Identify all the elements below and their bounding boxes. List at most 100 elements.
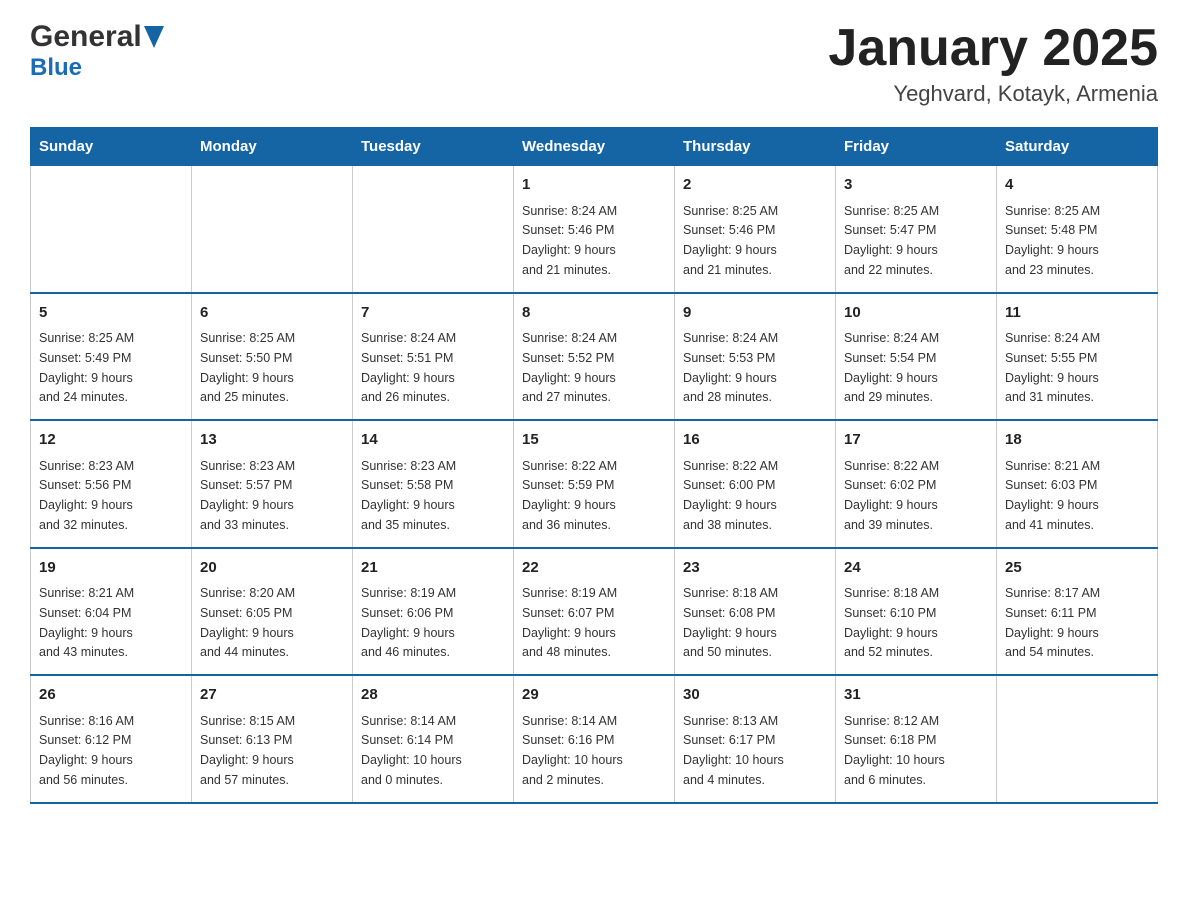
- day-number: 16: [683, 429, 827, 452]
- table-row: 2Sunrise: 8:25 AM Sunset: 5:46 PM Daylig…: [675, 166, 836, 293]
- table-row: 14 Sunrise: 8:23 AM Sunset: 5:58 PM Dayli…: [353, 420, 514, 548]
- day-number: 28: [361, 684, 505, 707]
- header-monday: Monday: [192, 128, 353, 166]
- day-info: Sunrise: 8:24 AM Sunset: 5:46 PM Dayligh…: [522, 204, 617, 277]
- table-row: 1 Sunrise: 8:24 AM Sunset: 5:46 PM Daylig…: [514, 166, 675, 293]
- day-number: 22: [522, 557, 666, 580]
- table-row: 7Sunrise: 8:24 AM Sunset: 5:51 PM Daylig…: [353, 293, 514, 421]
- header-wednesday: Wednesday: [514, 128, 675, 166]
- day-info: Sunrise: 8:15 AM Sunset: 6:13 PM Dayligh…: [200, 714, 295, 787]
- day-info: Sunrise: 8:25 AM Sunset: 5:46 PM Dayligh…: [683, 204, 778, 277]
- day-number: 26: [39, 684, 183, 707]
- table-row: 25 Sunrise: 8:17 AM Sunset: 6:11 PM Dayli…: [997, 548, 1158, 676]
- day-number: 24: [844, 557, 988, 580]
- logo-arrow-icon: [144, 26, 164, 53]
- day-number: 23: [683, 557, 827, 580]
- calendar-week-row: 19 Sunrise: 8:21 AM Sunset: 6:04 PM Dayli…: [31, 548, 1158, 676]
- day-info: Sunrise: 8:24 AM Sunset: 5:53 PM Dayligh…: [683, 331, 778, 404]
- day-info: Sunrise: 8:19 AM Sunset: 6:06 PM Dayligh…: [361, 586, 456, 659]
- day-info: Sunrise: 8:16 AM Sunset: 6:12 PM Dayligh…: [39, 714, 134, 787]
- header-tuesday: Tuesday: [353, 128, 514, 166]
- day-info: Sunrise: 8:18 AM Sunset: 6:08 PM Dayligh…: [683, 586, 778, 659]
- table-row: [997, 675, 1158, 803]
- day-info: Sunrise: 8:22 AM Sunset: 6:02 PM Dayligh…: [844, 459, 939, 532]
- calendar-subtitle: Yeghvard, Kotayk, Armenia: [828, 81, 1158, 107]
- table-row: 4 Sunrise: 8:25 AM Sunset: 5:48 PM Daylig…: [997, 166, 1158, 293]
- day-info: Sunrise: 8:14 AM Sunset: 6:16 PM Dayligh…: [522, 714, 623, 787]
- day-number: 5: [39, 302, 183, 325]
- calendar-header-row: Sunday Monday Tuesday Wednesday Thursday…: [31, 128, 1158, 166]
- day-info: Sunrise: 8:23 AM Sunset: 5:58 PM Dayligh…: [361, 459, 456, 532]
- table-row: 20 Sunrise: 8:20 AM Sunset: 6:05 PM Dayli…: [192, 548, 353, 676]
- day-info: Sunrise: 8:21 AM Sunset: 6:04 PM Dayligh…: [39, 586, 134, 659]
- day-number: 7: [361, 302, 505, 325]
- logo-general-text: General: [30, 20, 142, 54]
- calendar-table: Sunday Monday Tuesday Wednesday Thursday…: [30, 127, 1158, 804]
- table-row: 12 Sunrise: 8:23 AM Sunset: 5:56 PM Dayli…: [31, 420, 192, 548]
- day-number: 17: [844, 429, 988, 452]
- day-info: Sunrise: 8:23 AM Sunset: 5:57 PM Dayligh…: [200, 459, 295, 532]
- page-header: General Blue January 2025 Yeghvard, Kota…: [30, 20, 1158, 107]
- day-info: Sunrise: 8:25 AM Sunset: 5:49 PM Dayligh…: [39, 331, 134, 404]
- table-row: [31, 166, 192, 293]
- table-row: 17 Sunrise: 8:22 AM Sunset: 6:02 PM Dayli…: [836, 420, 997, 548]
- day-number: 10: [844, 302, 988, 325]
- table-row: 10 Sunrise: 8:24 AM Sunset: 5:54 PM Dayli…: [836, 293, 997, 421]
- title-area: January 2025 Yeghvard, Kotayk, Armenia: [828, 20, 1158, 107]
- day-number: 4: [1005, 174, 1149, 197]
- table-row: 16 Sunrise: 8:22 AM Sunset: 6:00 PM Dayli…: [675, 420, 836, 548]
- day-number: 9: [683, 302, 827, 325]
- day-info: Sunrise: 8:24 AM Sunset: 5:54 PM Dayligh…: [844, 331, 939, 404]
- day-info: Sunrise: 8:20 AM Sunset: 6:05 PM Dayligh…: [200, 586, 295, 659]
- day-number: 1: [522, 174, 666, 197]
- table-row: 13 Sunrise: 8:23 AM Sunset: 5:57 PM Dayli…: [192, 420, 353, 548]
- day-number: 25: [1005, 557, 1149, 580]
- day-info: Sunrise: 8:13 AM Sunset: 6:17 PM Dayligh…: [683, 714, 784, 787]
- day-number: 14: [361, 429, 505, 452]
- day-info: Sunrise: 8:18 AM Sunset: 6:10 PM Dayligh…: [844, 586, 939, 659]
- table-row: 9 Sunrise: 8:24 AM Sunset: 5:53 PM Daylig…: [675, 293, 836, 421]
- table-row: 28Sunrise: 8:14 AM Sunset: 6:14 PM Dayli…: [353, 675, 514, 803]
- table-row: 26 Sunrise: 8:16 AM Sunset: 6:12 PM Dayli…: [31, 675, 192, 803]
- day-info: Sunrise: 8:19 AM Sunset: 6:07 PM Dayligh…: [522, 586, 617, 659]
- day-info: Sunrise: 8:17 AM Sunset: 6:11 PM Dayligh…: [1005, 586, 1100, 659]
- table-row: 22 Sunrise: 8:19 AM Sunset: 6:07 PM Dayli…: [514, 548, 675, 676]
- day-number: 12: [39, 429, 183, 452]
- table-row: 3 Sunrise: 8:25 AM Sunset: 5:47 PM Daylig…: [836, 166, 997, 293]
- day-number: 29: [522, 684, 666, 707]
- day-info: Sunrise: 8:12 AM Sunset: 6:18 PM Dayligh…: [844, 714, 945, 787]
- header-sunday: Sunday: [31, 128, 192, 166]
- day-info: Sunrise: 8:22 AM Sunset: 5:59 PM Dayligh…: [522, 459, 617, 532]
- day-number: 18: [1005, 429, 1149, 452]
- table-row: 8Sunrise: 8:24 AM Sunset: 5:52 PM Daylig…: [514, 293, 675, 421]
- day-info: Sunrise: 8:25 AM Sunset: 5:47 PM Dayligh…: [844, 204, 939, 277]
- table-row: [192, 166, 353, 293]
- day-number: 3: [844, 174, 988, 197]
- day-number: 30: [683, 684, 827, 707]
- table-row: 24 Sunrise: 8:18 AM Sunset: 6:10 PM Dayli…: [836, 548, 997, 676]
- table-row: [353, 166, 514, 293]
- day-number: 20: [200, 557, 344, 580]
- table-row: 27 Sunrise: 8:15 AM Sunset: 6:13 PM Dayli…: [192, 675, 353, 803]
- table-row: 5 Sunrise: 8:25 AM Sunset: 5:49 PM Daylig…: [31, 293, 192, 421]
- calendar-week-row: 1 Sunrise: 8:24 AM Sunset: 5:46 PM Daylig…: [31, 166, 1158, 293]
- day-number: 15: [522, 429, 666, 452]
- day-info: Sunrise: 8:23 AM Sunset: 5:56 PM Dayligh…: [39, 459, 134, 532]
- table-row: 29 Sunrise: 8:14 AM Sunset: 6:16 PM Dayli…: [514, 675, 675, 803]
- table-row: 18 Sunrise: 8:21 AM Sunset: 6:03 PM Dayli…: [997, 420, 1158, 548]
- day-number: 31: [844, 684, 988, 707]
- table-row: 6Sunrise: 8:25 AM Sunset: 5:50 PM Daylig…: [192, 293, 353, 421]
- day-info: Sunrise: 8:22 AM Sunset: 6:00 PM Dayligh…: [683, 459, 778, 532]
- table-row: 23 Sunrise: 8:18 AM Sunset: 6:08 PM Dayli…: [675, 548, 836, 676]
- day-info: Sunrise: 8:24 AM Sunset: 5:55 PM Dayligh…: [1005, 331, 1100, 404]
- day-info: Sunrise: 8:21 AM Sunset: 6:03 PM Dayligh…: [1005, 459, 1100, 532]
- day-number: 19: [39, 557, 183, 580]
- calendar-week-row: 12 Sunrise: 8:23 AM Sunset: 5:56 PM Dayli…: [31, 420, 1158, 548]
- day-number: 6: [200, 302, 344, 325]
- day-info: Sunrise: 8:25 AM Sunset: 5:48 PM Dayligh…: [1005, 204, 1100, 277]
- table-row: 31 Sunrise: 8:12 AM Sunset: 6:18 PM Dayli…: [836, 675, 997, 803]
- table-row: 11Sunrise: 8:24 AM Sunset: 5:55 PM Dayli…: [997, 293, 1158, 421]
- day-number: 27: [200, 684, 344, 707]
- calendar-title: January 2025: [828, 20, 1158, 77]
- day-number: 13: [200, 429, 344, 452]
